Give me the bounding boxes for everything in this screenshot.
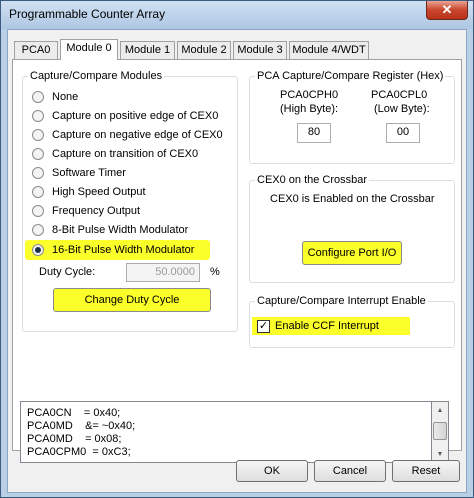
scrollbar-thumb[interactable] xyxy=(433,422,447,440)
radio-button[interactable] xyxy=(32,110,44,122)
group-title: Capture/Compare Interrupt Enable xyxy=(255,294,428,308)
radio-software-timer[interactable]: Software Timer xyxy=(32,165,126,181)
tab-module-0[interactable]: Module 0 xyxy=(60,39,118,60)
ok-button[interactable]: OK xyxy=(236,460,308,482)
group-title: PCA Capture/Compare Register (Hex) xyxy=(255,69,446,83)
close-icon: ✕ xyxy=(441,2,453,17)
dialog-body: PCA0 Module 0 Module 1 Module 2 Module 3… xyxy=(7,29,467,493)
group-title: CEX0 on the Crossbar xyxy=(255,173,370,187)
scroll-up-icon[interactable]: ▲ xyxy=(432,402,448,418)
tab-panel-module-0: Capture/Compare Modules None Capture on … xyxy=(12,59,462,463)
crossbar-status-text: CEX0 is Enabled on the Crossbar xyxy=(270,193,435,205)
interrupt-enable-group: Capture/Compare Interrupt Enable ✓ Enabl… xyxy=(249,294,455,348)
radio-button[interactable] xyxy=(32,224,44,236)
radio-button[interactable] xyxy=(32,91,44,103)
close-button[interactable]: ✕ xyxy=(426,1,468,20)
tab-pca0[interactable]: PCA0 xyxy=(14,41,58,59)
code-line: PCA0CPM0 = 0xC3; xyxy=(27,446,131,458)
tab-module-2[interactable]: Module 2 xyxy=(177,41,231,59)
radio-capture-negative-edge[interactable]: Capture on negative edge of CEX0 xyxy=(32,127,223,143)
radio-capture-transition[interactable]: Capture on transition of CEX0 xyxy=(32,146,198,162)
reset-button[interactable]: Reset xyxy=(392,460,460,482)
code-scrollbar[interactable]: ▲ ▼ xyxy=(432,401,449,463)
tab-label: Module 3 xyxy=(237,44,283,56)
tab-module-1[interactable]: Module 1 xyxy=(120,41,175,59)
crossbar-group: CEX0 on the Crossbar CEX0 is Enabled on … xyxy=(249,173,455,283)
enable-ccf-interrupt-checkbox-row[interactable]: ✓ Enable CCF Interrupt xyxy=(252,317,410,335)
radio-button[interactable] xyxy=(32,205,44,217)
capture-compare-register-group: PCA Capture/Compare Register (Hex) PCA0C… xyxy=(249,69,455,164)
radio-button[interactable] xyxy=(32,186,44,198)
change-duty-cycle-button[interactable]: Change Duty Cycle xyxy=(53,288,211,312)
radio-frequency-output[interactable]: Frequency Output xyxy=(32,203,140,219)
checkbox-label: Enable CCF Interrupt xyxy=(275,320,379,332)
window-title: Programmable Counter Array xyxy=(9,7,166,21)
group-title: Capture/Compare Modules xyxy=(28,69,165,83)
tab-module-3[interactable]: Module 3 xyxy=(233,41,287,59)
radio-none[interactable]: None xyxy=(32,89,78,105)
radio-capture-positive-edge[interactable]: Capture on positive edge of CEX0 xyxy=(32,108,218,124)
low-byte-field[interactable]: 00 xyxy=(386,123,420,143)
checkmark-icon: ✓ xyxy=(258,319,269,332)
radio-button[interactable] xyxy=(32,148,44,160)
button-label: Configure Port I/O xyxy=(307,247,397,259)
radio-16bit-pwm[interactable]: 16-Bit Pulse Width Modulator xyxy=(25,240,211,260)
radio-label: 8-Bit Pulse Width Modulator xyxy=(52,224,189,236)
tab-label: Module 1 xyxy=(124,44,171,56)
title-bar[interactable]: Programmable Counter Array ✕ xyxy=(1,1,473,29)
tab-label: Module 2 xyxy=(181,44,227,56)
radio-label: Frequency Output xyxy=(52,205,141,217)
radio-label: 16-Bit Pulse Width Modulator xyxy=(52,244,195,256)
dialog-window: Programmable Counter Array ✕ PCA0 Module… xyxy=(0,0,474,498)
high-byte-label: (High Byte): xyxy=(280,103,339,115)
low-byte-label: (Low Byte): xyxy=(374,103,430,115)
tab-label: PCA0 xyxy=(21,44,51,56)
radio-button[interactable] xyxy=(32,167,44,179)
radio-label: Capture on positive edge of CEX0 xyxy=(52,110,219,122)
button-label: OK xyxy=(264,465,280,477)
button-label: Change Duty Cycle xyxy=(84,294,180,306)
duty-cycle-field[interactable]: 50.0000 xyxy=(126,263,200,282)
radio-button[interactable] xyxy=(32,129,44,141)
radio-8bit-pwm[interactable]: 8-Bit Pulse Width Modulator xyxy=(32,222,188,238)
code-line: PCA0MD &= ~0x40; xyxy=(27,420,136,432)
tab-label: Module 4/WDT xyxy=(292,44,366,56)
button-label: Reset xyxy=(411,465,441,477)
radio-button-selected[interactable] xyxy=(32,244,44,256)
button-label: Cancel xyxy=(332,465,368,477)
duty-cycle-unit: % xyxy=(210,266,220,278)
configure-port-io-button[interactable]: Configure Port I/O xyxy=(302,241,402,265)
code-preview[interactable]: PCA0CN = 0x40; PCA0MD &= ~0x40; PCA0MD =… xyxy=(20,401,432,463)
capture-compare-modules-group: Capture/Compare Modules None Capture on … xyxy=(22,69,238,332)
radio-label: Capture on transition of CEX0 xyxy=(52,148,199,160)
high-byte-field[interactable]: 80 xyxy=(297,123,331,143)
tab-label: Module 0 xyxy=(66,42,112,54)
code-line: PCA0CN = 0x40; xyxy=(27,407,121,419)
radio-high-speed-output[interactable]: High Speed Output xyxy=(32,184,146,200)
radio-label: High Speed Output xyxy=(52,186,146,198)
radio-label: None xyxy=(52,91,79,103)
cancel-button[interactable]: Cancel xyxy=(314,460,386,482)
radio-label: Capture on negative edge of CEX0 xyxy=(52,129,223,141)
high-byte-register-label: PCA0CPH0 xyxy=(280,89,339,101)
duty-cycle-label: Duty Cycle: xyxy=(39,266,96,278)
code-line: PCA0MD = 0x08; xyxy=(27,433,122,445)
low-byte-register-label: PCA0CPL0 xyxy=(371,89,428,101)
radio-label: Software Timer xyxy=(52,167,126,179)
enable-ccf-interrupt-checkbox[interactable]: ✓ xyxy=(257,319,270,333)
tab-module-4-wdt[interactable]: Module 4/WDT xyxy=(289,41,369,59)
